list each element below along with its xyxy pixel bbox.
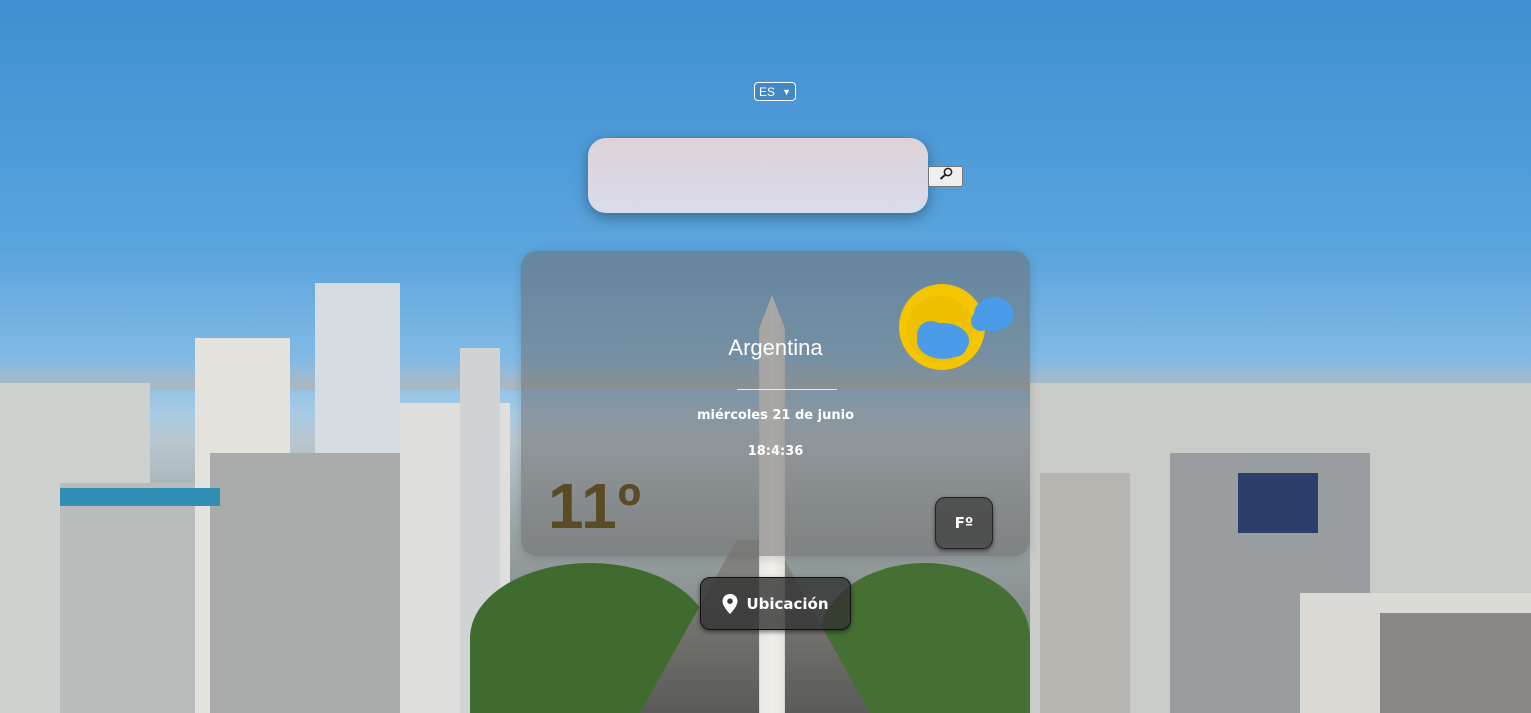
location-button[interactable]: Ubicación xyxy=(700,577,851,630)
current-time: 18:4:36 xyxy=(747,444,804,459)
weather-card: Argentina miércoles 21 de junio 18:4:36 … xyxy=(521,251,1030,556)
building xyxy=(210,453,410,713)
search-input[interactable] xyxy=(588,138,928,213)
chevron-down-icon: ▼ xyxy=(782,87,791,97)
divider xyxy=(737,389,837,390)
language-select-value: ES xyxy=(759,85,776,99)
unit-toggle-button[interactable]: Fº xyxy=(935,497,993,549)
building xyxy=(1238,473,1318,533)
building xyxy=(1380,613,1531,713)
search-button[interactable] xyxy=(928,166,963,187)
current-date: miércoles 21 de junio xyxy=(696,408,855,423)
building xyxy=(1040,473,1130,713)
language-select[interactable]: ES ▼ xyxy=(754,82,796,101)
magnifier-icon xyxy=(939,167,952,180)
map-pin-icon xyxy=(722,593,738,614)
city-name: Argentina xyxy=(728,335,823,360)
temperature-value: 11º xyxy=(548,470,643,542)
location-button-label: Ubicación xyxy=(746,594,829,613)
